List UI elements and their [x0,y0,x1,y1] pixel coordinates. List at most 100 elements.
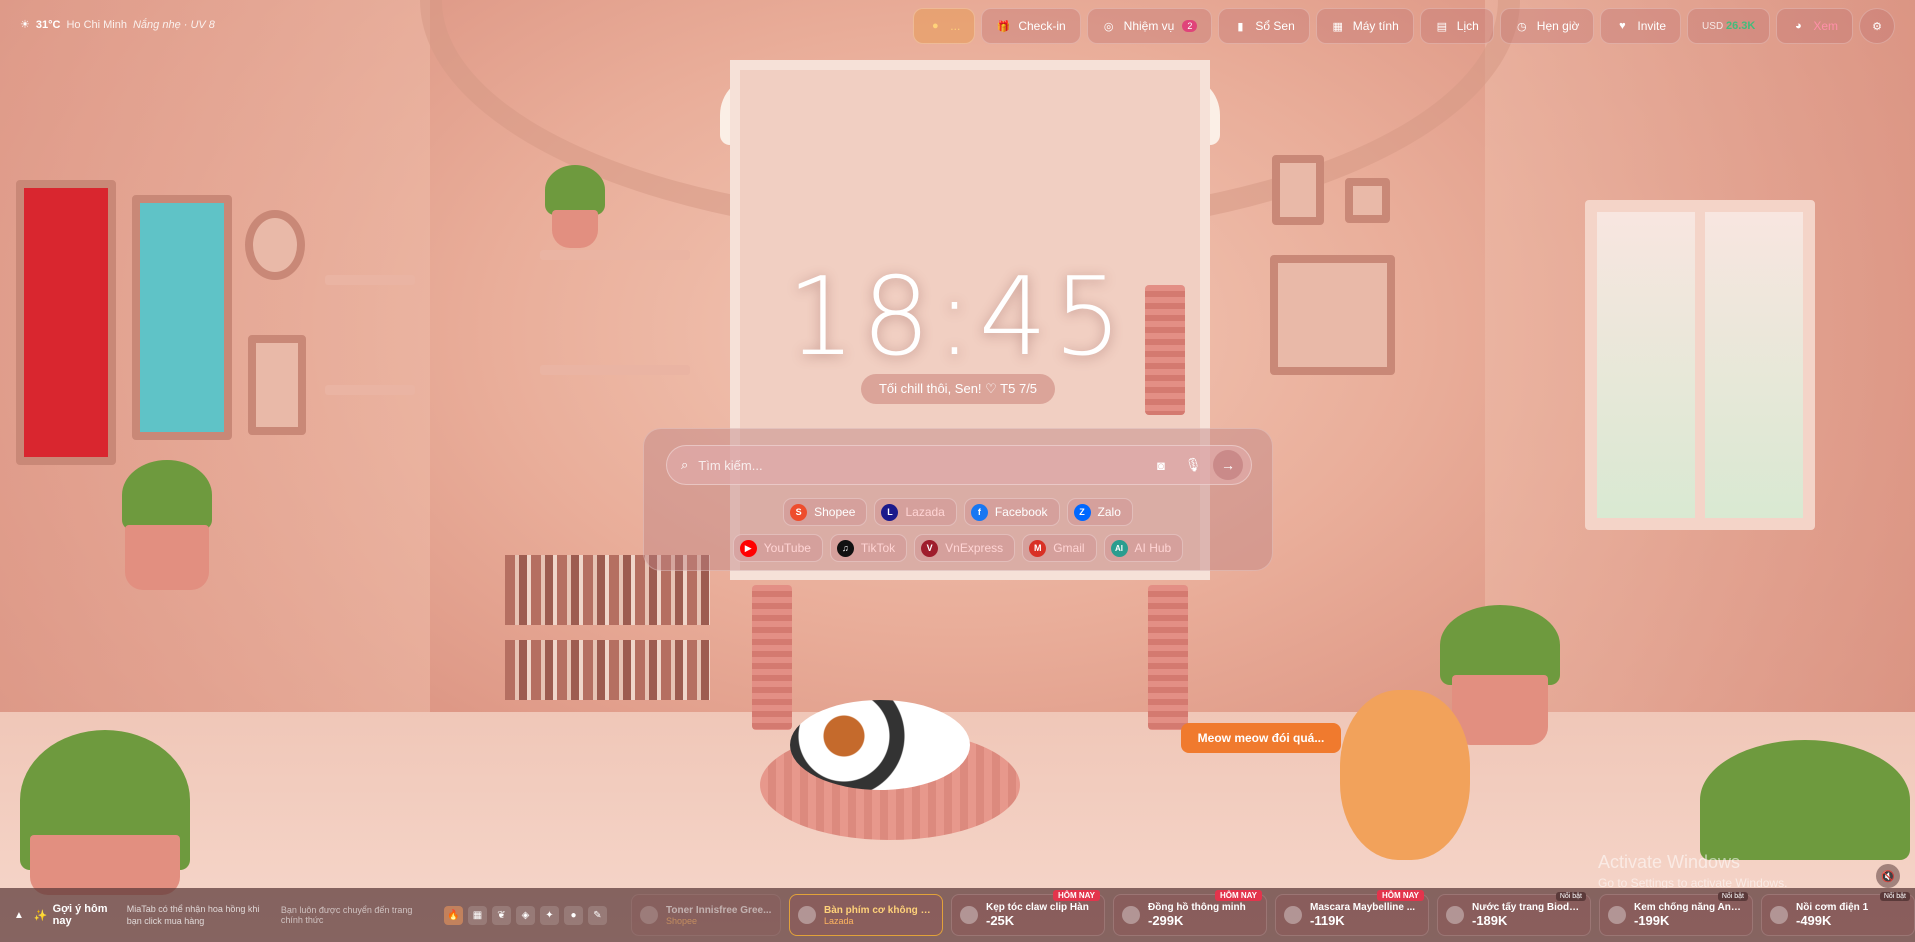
calendar-button[interactable]: ▤ Lịch [1419,8,1494,44]
shortcut-label: Gmail [1053,541,1085,555]
shortcut-shopee[interactable]: S Shopee [783,498,868,526]
product-image [1608,906,1626,924]
shortcut-lazada[interactable]: L Lazada [874,498,957,526]
deal-badge: HÔM NAY [1052,890,1100,901]
weather-condition: Nắng nhẹ · UV 8 [132,18,215,31]
invite-button[interactable]: ♥ Invite [1600,8,1682,44]
target-icon: ◎ [1103,20,1114,33]
product-card[interactable]: HÔM NAY Mascara Maybelline ... -119K [1275,890,1429,936]
redirect-hint: Bạn luôn được chuyển đến trang chính thứ… [280,905,413,925]
camera-icon[interactable]: ◙ [1151,455,1171,475]
sparkle-filter-icon[interactable]: ✦ [540,905,559,925]
calendar-icon: ▤ [1436,20,1447,33]
product-name: Kẹp tóc claw clip Hàn [986,902,1089,913]
leaf-icon[interactable]: ❦ [492,905,511,925]
product-name: Toner Innisfree Gree... [666,904,772,916]
weather-city: Ho Chi Minh [66,18,127,31]
affiliate-hint: MiaTab có thể nhận hoa hồng khi bạn clic… [126,904,260,926]
view-label: Xem [1813,19,1838,33]
product-card[interactable]: HÔM NAY Đồng hồ thông minh -299K [1113,890,1267,936]
mute-icon[interactable]: 🔇 [1876,864,1900,888]
product-image [1770,906,1788,924]
product-card[interactable]: Nổi bật Nồi cơm điện 1 -499K [1761,892,1915,936]
shortcut-youtube[interactable]: ▶ YouTube [732,534,823,562]
shortcut-vnexpress[interactable]: V VnExpress [914,534,1016,562]
calculator-label: Máy tính [1352,19,1399,33]
missions-button[interactable]: ◎ Nhiệm vụ 2 [1086,8,1213,44]
shortcut-label: YouTube [763,541,811,555]
cat-speech-bubble[interactable]: Meow meow đói quá... [1181,723,1341,753]
microphone-icon[interactable]: 🎙 [1183,455,1203,475]
product-card[interactable]: HÔM NAY Kẹp tóc claw clip Hàn -25K [951,890,1105,936]
product-image [1446,906,1464,924]
notebook-label: Sổ Sen [1255,19,1295,33]
search-input[interactable] [698,457,1139,473]
bag-icon[interactable]: ◈ [516,905,535,925]
facebook-icon: f [970,503,988,521]
search-submit-button[interactable]: → [1213,450,1243,480]
product-cards: Toner Innisfree Gree... Shopee Bàn phím … [631,890,1915,936]
product-card[interactable]: Nổi bật Nước tẩy trang Biode... -189K [1437,892,1591,936]
notebook-icon: ▮ [1237,20,1244,33]
usd-label: USD [1702,21,1724,32]
weather-widget[interactable]: ☀ 31°C Ho Chi Minh Nắng nhẹ · UV 8 [20,18,215,32]
shortcut-label: Shopee [814,505,856,519]
product-card[interactable]: Toner Innisfree Gree... Shopee [631,894,781,936]
usd-value: 26.3K [1725,20,1756,32]
invite-label: Invite [1637,19,1667,33]
shortcut-ai-hub[interactable]: AI AI Hub [1103,534,1184,562]
shortcut-zalo[interactable]: Z Zalo [1066,498,1133,526]
product-image [640,906,658,924]
checkin-button[interactable]: 🎁 Check-in [981,8,1081,44]
shortcuts-row-2: ▶ YouTube ♫ TikTok V VnExpress M Gmail A… [644,534,1272,562]
clock-icon: ◷ [1516,20,1527,33]
shortcuts-row-1: S Shopee L Lazada f Facebook Z Zalo [644,498,1272,526]
keyboard-icon [798,906,816,924]
calculator-button[interactable]: ▦ Máy tính [1315,8,1414,44]
bottom-suggestions-bar: ▲ ✨ Gợi ý hôm nay MiaTab có thể nhận hoa… [0,888,1915,942]
shortcut-facebook[interactable]: f Facebook [963,498,1060,526]
shortcut-label: AI Hub [1134,541,1172,555]
search-box: ⌕ ◙ 🎙 → [666,445,1252,485]
featured-badge: Nổi bật [1717,892,1748,901]
search-icon: ⌕ [681,457,689,472]
calendar-label: Lịch [1456,19,1479,33]
notebook-button[interactable]: ▮ Sổ Sen [1218,8,1310,44]
shopee-icon: S [790,503,808,521]
product-name: Bàn phím cơ không d... [824,904,934,916]
tag-icon[interactable]: ▦ [468,905,487,925]
greeting-pill: Tối chill thôi, Sen! ♡ T5 7/5 [861,374,1055,404]
product-price: -299K [1148,913,1184,928]
product-source: Lazada [824,915,854,926]
settings-button[interactable]: ⚙ [1859,8,1895,44]
product-card[interactable]: Bàn phím cơ không d... Lazada [789,894,943,936]
deal-badge: HÔM NAY [1214,890,1262,901]
coins-button[interactable]: ● ... [913,8,976,44]
cat-icon: ◕ [1794,20,1802,32]
bulb-icon[interactable]: ● [564,905,583,925]
product-name: Mascara Maybelline ... [1310,902,1416,913]
usd-rate-widget[interactable]: USD 26.3K [1687,8,1771,44]
shortcut-tiktok[interactable]: ♫ TikTok [829,534,908,562]
featured-badge: Nổi bật [1555,892,1586,901]
timer-label: Hẹn giờ [1536,19,1580,33]
gear-icon: ⚙ [1872,20,1882,33]
product-image [960,906,978,924]
missions-badge: 2 [1182,20,1198,32]
weather-temp: 31°C [35,18,61,31]
shortcut-gmail[interactable]: M Gmail [1022,534,1097,562]
shortcut-label: TikTok [860,541,896,555]
youtube-icon: ▶ [739,539,757,557]
product-card[interactable]: Nổi bật Kem chống nắng Ane... -199K [1599,892,1753,936]
product-image [1284,906,1302,924]
timer-button[interactable]: ◷ Hẹn giờ [1499,8,1595,44]
view-button[interactable]: ◕ Xem [1776,8,1853,44]
shortcut-label: Facebook [994,505,1048,519]
product-price: -25K [986,913,1015,928]
sun-icon: ☀ [20,19,30,31]
pen-icon[interactable]: ✎ [588,905,607,925]
vnexpress-icon: V [921,539,939,557]
product-price: -499K [1796,913,1832,928]
fire-icon[interactable]: 🔥 [444,905,463,925]
collapse-arrow-icon[interactable]: ▲ [14,910,24,921]
